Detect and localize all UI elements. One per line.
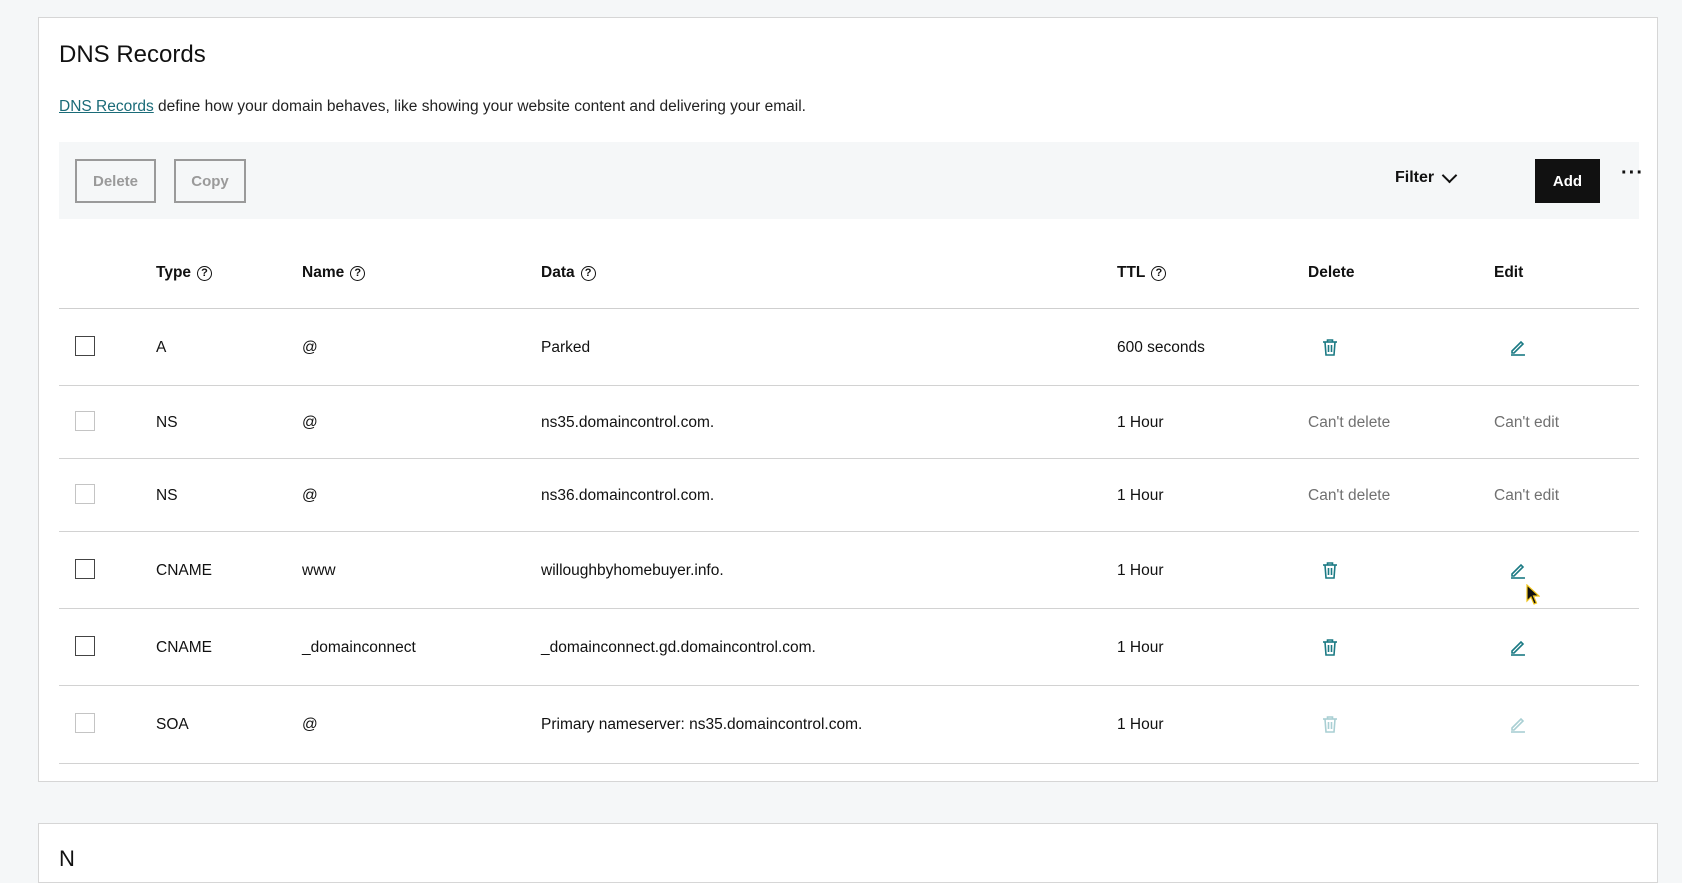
- page-title: DNS Records: [59, 41, 206, 68]
- table-row: SOA @ Primary nameserver: ns35.domaincon…: [59, 686, 1639, 764]
- chevron-down-icon: [1441, 167, 1458, 184]
- record-type: NS: [156, 414, 178, 431]
- table-row: NS @ ns35.domaincontrol.com. 1 Hour Can'…: [59, 386, 1639, 459]
- trash-icon: [1323, 716, 1337, 733]
- column-header-type: Type ?: [156, 264, 213, 282]
- row-checkbox[interactable]: [75, 336, 95, 356]
- record-ttl: 1 Hour: [1117, 639, 1164, 656]
- record-data: _domainconnect.gd.domaincontrol.com.: [541, 639, 816, 656]
- column-header-edit: Edit: [1494, 264, 1523, 282]
- column-header-name-label: Name: [302, 264, 345, 281]
- column-header-data-label: Data: [541, 264, 575, 281]
- row-checkbox[interactable]: [75, 636, 95, 656]
- record-name: @: [302, 716, 318, 733]
- record-data: ns36.domaincontrol.com.: [541, 487, 715, 504]
- table-header: Type ? Name ? Data ? TTL ? Delete Edit: [59, 238, 1639, 309]
- record-ttl: 1 Hour: [1117, 487, 1164, 504]
- record-ttl: 600 seconds: [1117, 339, 1205, 356]
- table-row: CNAME www willoughbyhomebuyer.info. 1 Ho…: [59, 532, 1639, 609]
- record-data: Parked: [541, 339, 591, 356]
- cant-delete-text: Can't delete: [1308, 487, 1391, 504]
- record-ttl: 1 Hour: [1117, 414, 1164, 431]
- dns-records-card: DNS Records DNS Records define how your …: [38, 17, 1658, 782]
- record-data: willoughbyhomebuyer.info.: [541, 562, 724, 579]
- row-checkbox: [75, 484, 95, 504]
- trash-icon[interactable]: [1319, 336, 1341, 358]
- bulk-delete-button[interactable]: Delete: [75, 159, 156, 203]
- record-name: www: [302, 562, 336, 579]
- section-description: DNS Records define how your domain behav…: [59, 98, 806, 116]
- trash-icon[interactable]: [1319, 636, 1341, 658]
- table-toolbar: Delete Copy Filter Add ···: [59, 142, 1643, 219]
- description-text: define how your domain behaves, like sho…: [153, 98, 806, 115]
- column-header-data: Data ?: [541, 264, 596, 282]
- next-section-title: N: [59, 846, 75, 871]
- record-ttl: 1 Hour: [1117, 716, 1164, 733]
- add-record-button[interactable]: Add: [1535, 159, 1600, 203]
- next-section-card: N: [38, 823, 1658, 883]
- table-row: A @ Parked 600 seconds: [59, 309, 1639, 386]
- column-header-ttl-label: TTL: [1117, 264, 1146, 281]
- cant-delete-text: Can't delete: [1308, 414, 1391, 431]
- row-checkbox[interactable]: [75, 559, 95, 579]
- help-icon[interactable]: ?: [580, 265, 596, 281]
- column-header-type-label: Type: [156, 264, 192, 281]
- cant-edit-text: Can't edit: [1494, 414, 1559, 431]
- table-row: NS @ ns36.domaincontrol.com. 1 Hour Can'…: [59, 459, 1639, 532]
- record-name: @: [302, 339, 318, 356]
- pencil-icon: [1511, 717, 1525, 733]
- pencil-icon[interactable]: [1507, 336, 1529, 358]
- pencil-icon[interactable]: [1507, 636, 1529, 658]
- record-name: _domainconnect: [302, 639, 416, 656]
- column-header-delete: Delete: [1308, 264, 1355, 282]
- record-type: A: [156, 339, 167, 356]
- row-checkbox: [75, 411, 95, 431]
- column-header-name: Name ?: [302, 264, 366, 282]
- trash-icon[interactable]: [1319, 559, 1341, 581]
- record-data: ns35.domaincontrol.com.: [541, 414, 715, 431]
- record-name: @: [302, 414, 318, 431]
- table-row: CNAME _domainconnect _domainconnect.gd.d…: [59, 609, 1639, 686]
- record-type: CNAME: [156, 639, 212, 656]
- dns-records-link[interactable]: DNS Records: [59, 98, 154, 115]
- bulk-copy-button[interactable]: Copy: [174, 159, 246, 203]
- column-header-edit-label: Edit: [1494, 264, 1524, 281]
- help-icon[interactable]: ?: [197, 265, 213, 281]
- help-icon[interactable]: ?: [1151, 265, 1167, 281]
- mouse-cursor-icon: [1526, 584, 1540, 605]
- more-options-icon[interactable]: ···: [1621, 162, 1644, 185]
- record-type: NS: [156, 487, 178, 504]
- filter-label: Filter: [1395, 169, 1435, 186]
- cant-edit-text: Can't edit: [1494, 487, 1559, 504]
- pencil-icon[interactable]: [1507, 559, 1529, 581]
- column-header-delete-label: Delete: [1308, 264, 1355, 281]
- record-type: CNAME: [156, 562, 212, 579]
- record-ttl: 1 Hour: [1117, 562, 1164, 579]
- row-checkbox: [75, 713, 95, 733]
- record-data: Primary nameserver: ns35.domaincontrol.c…: [541, 716, 863, 733]
- filter-dropdown[interactable]: Filter: [1395, 167, 1458, 187]
- column-header-ttl: TTL ?: [1117, 264, 1167, 282]
- record-name: @: [302, 487, 318, 504]
- help-icon[interactable]: ?: [350, 265, 366, 281]
- record-type: SOA: [156, 716, 189, 733]
